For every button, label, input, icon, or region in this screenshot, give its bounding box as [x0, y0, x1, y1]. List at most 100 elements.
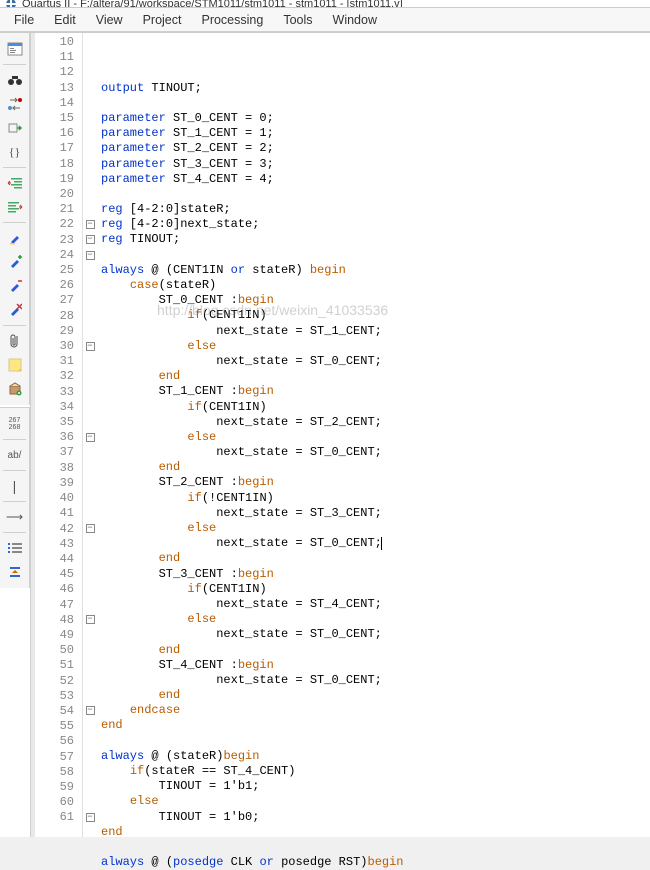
- code-line[interactable]: next_state = ST_0_CENT;: [101, 445, 650, 460]
- indent-right-icon[interactable]: [2, 196, 28, 218]
- code-line[interactable]: endcase: [101, 703, 650, 718]
- replace-icon[interactable]: [2, 93, 28, 115]
- menu-edit[interactable]: Edit: [44, 11, 86, 29]
- paperclip-icon[interactable]: [2, 330, 28, 352]
- code-line[interactable]: case(stateR): [101, 278, 650, 293]
- code-line[interactable]: if(!CENT1IN): [101, 491, 650, 506]
- code-line[interactable]: if(CENT1IN): [101, 308, 650, 323]
- fold-toggle-icon[interactable]: −: [86, 524, 95, 533]
- bookmark-clear-icon[interactable]: [2, 299, 28, 321]
- code-line[interactable]: next_state = ST_2_CENT;: [101, 415, 650, 430]
- code-line[interactable]: next_state = ST_3_CENT;: [101, 506, 650, 521]
- code-line[interactable]: parameter ST_2_CENT = 2;: [101, 141, 650, 156]
- fold-toggle-icon[interactable]: −: [86, 615, 95, 624]
- menu-project[interactable]: Project: [133, 11, 192, 29]
- code-line[interactable]: next_state = ST_0_CENT;: [101, 673, 650, 688]
- code-editor[interactable]: 1011121314151617181920212223242526272829…: [30, 33, 650, 837]
- code-line[interactable]: [101, 96, 650, 111]
- line-number: 18: [35, 157, 82, 172]
- line-number: 35: [35, 415, 82, 430]
- braces-icon[interactable]: {}: [2, 141, 28, 163]
- fold-toggle-icon[interactable]: −: [86, 433, 95, 442]
- collapse-icon[interactable]: [2, 561, 28, 583]
- note-icon[interactable]: [2, 354, 28, 376]
- menu-file[interactable]: File: [4, 11, 44, 29]
- pipe-icon[interactable]: |: [2, 475, 28, 497]
- code-line[interactable]: [101, 248, 650, 263]
- arrow-right-icon[interactable]: ⟶: [2, 506, 28, 528]
- indent-left-icon[interactable]: [2, 172, 28, 194]
- bookmark-del-icon[interactable]: [2, 275, 28, 297]
- code-line[interactable]: else: [101, 430, 650, 445]
- code-line[interactable]: else: [101, 521, 650, 536]
- line-number: 32: [35, 369, 82, 384]
- code-line[interactable]: else: [101, 794, 650, 809]
- fold-toggle-icon[interactable]: −: [86, 342, 95, 351]
- highlight-icon[interactable]: [2, 227, 28, 249]
- line-number: 55: [35, 719, 82, 734]
- code-line[interactable]: end: [101, 825, 650, 840]
- code-line[interactable]: end: [101, 688, 650, 703]
- code-line[interactable]: end: [101, 460, 650, 475]
- fold-toggle-icon[interactable]: −: [86, 220, 95, 229]
- code-line[interactable]: ST_0_CENT :begin: [101, 293, 650, 308]
- code-line[interactable]: parameter ST_1_CENT = 1;: [101, 126, 650, 141]
- code-line[interactable]: next_state = ST_0_CENT;: [101, 627, 650, 642]
- menu-view[interactable]: View: [86, 11, 133, 29]
- code-area[interactable]: http://blog.csdn.net/weixin_41033536 out…: [97, 33, 650, 837]
- code-line[interactable]: always @ (CENT1IN or stateR) begin: [101, 263, 650, 278]
- fold-column[interactable]: − − − − − − − − −: [83, 33, 97, 837]
- list-icon[interactable]: [2, 537, 28, 559]
- fold-toggle-icon[interactable]: −: [86, 251, 95, 260]
- code-line[interactable]: ST_3_CENT :begin: [101, 567, 650, 582]
- code-line[interactable]: end: [101, 643, 650, 658]
- line-number: 38: [35, 461, 82, 476]
- code-line[interactable]: ST_1_CENT :begin: [101, 384, 650, 399]
- code-line[interactable]: TINOUT = 1'b0;: [101, 810, 650, 825]
- code-line[interactable]: if(CENT1IN): [101, 400, 650, 415]
- code-line[interactable]: parameter ST_3_CENT = 3;: [101, 157, 650, 172]
- code-line[interactable]: end: [101, 369, 650, 384]
- code-line[interactable]: always @ (posedge CLK or posedge RST)beg…: [101, 855, 650, 870]
- code-line[interactable]: end: [101, 718, 650, 733]
- run-arrow-icon[interactable]: [2, 117, 28, 139]
- fold-toggle-icon[interactable]: −: [86, 813, 95, 822]
- code-line[interactable]: output TINOUT;: [101, 81, 650, 96]
- line-number-icon[interactable]: 267 268: [2, 413, 28, 435]
- menu-processing[interactable]: Processing: [191, 11, 273, 29]
- line-number: 12: [35, 65, 82, 80]
- code-line[interactable]: next_state = ST_0_CENT;: [101, 354, 650, 369]
- line-number: 49: [35, 628, 82, 643]
- bookmark-add-icon[interactable]: [2, 251, 28, 273]
- menu-tools[interactable]: Tools: [273, 11, 322, 29]
- code-line[interactable]: next_state = ST_4_CENT;: [101, 597, 650, 612]
- document-layout-icon[interactable]: [2, 38, 28, 60]
- code-line[interactable]: reg TINOUT;: [101, 232, 650, 247]
- ab-regex-icon[interactable]: ab/: [2, 444, 28, 466]
- code-line[interactable]: reg [4-2:0]stateR;: [101, 202, 650, 217]
- code-line[interactable]: [101, 187, 650, 202]
- code-line[interactable]: ST_2_CENT :begin: [101, 475, 650, 490]
- line-number: 59: [35, 780, 82, 795]
- code-line[interactable]: else: [101, 612, 650, 627]
- fold-toggle-icon[interactable]: −: [86, 706, 95, 715]
- binoculars-icon[interactable]: [2, 69, 28, 91]
- code-line[interactable]: reg [4-2:0]next_state;: [101, 217, 650, 232]
- code-line[interactable]: parameter ST_4_CENT = 4;: [101, 172, 650, 187]
- code-line[interactable]: always @ (stateR)begin: [101, 749, 650, 764]
- code-line[interactable]: parameter ST_0_CENT = 0;: [101, 111, 650, 126]
- code-line[interactable]: TINOUT = 1'b1;: [101, 779, 650, 794]
- code-line[interactable]: if(stateR == ST_4_CENT): [101, 764, 650, 779]
- code-line[interactable]: else: [101, 339, 650, 354]
- fold-toggle-icon[interactable]: −: [86, 235, 95, 244]
- code-line[interactable]: [101, 840, 650, 855]
- code-line[interactable]: [101, 734, 650, 749]
- code-line[interactable]: end: [101, 551, 650, 566]
- code-line[interactable]: ST_4_CENT :begin: [101, 658, 650, 673]
- package-icon[interactable]: [2, 378, 28, 400]
- code-line[interactable]: next_state = ST_0_CENT;: [101, 536, 650, 551]
- code-line[interactable]: next_state = ST_1_CENT;: [101, 324, 650, 339]
- code-line[interactable]: if(CENT1IN): [101, 582, 650, 597]
- menu-window[interactable]: Window: [323, 11, 387, 29]
- line-number: 48: [35, 613, 82, 628]
